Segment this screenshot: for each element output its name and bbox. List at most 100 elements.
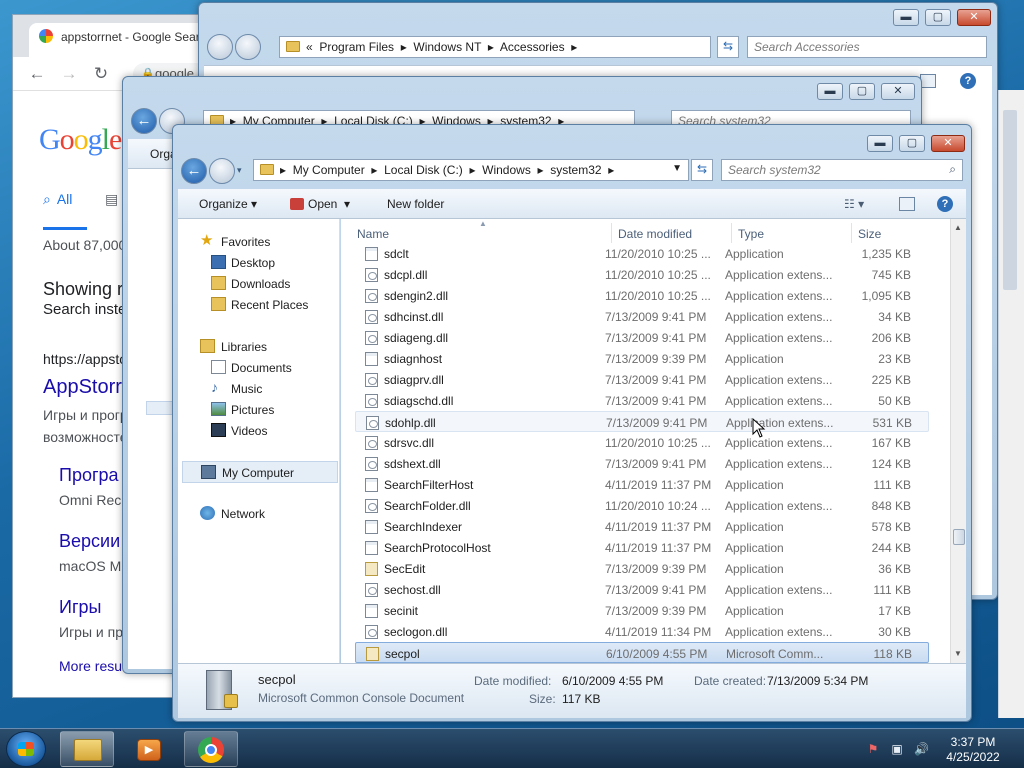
- sitelink-3-title[interactable]: Игры: [59, 597, 101, 618]
- nav-documents[interactable]: Documents: [178, 357, 338, 377]
- sitelink-1-title[interactable]: Програ: [59, 465, 119, 486]
- file-row[interactable]: sdhcinst.dll 7/13/2009 9:41 PM Application…: [355, 306, 929, 327]
- nav-network[interactable]: Network: [178, 503, 338, 523]
- nav-libraries[interactable]: Libraries: [178, 336, 338, 356]
- column-separator[interactable]: [611, 223, 612, 243]
- nav-music[interactable]: ♪ Music: [178, 378, 338, 398]
- column-separator[interactable]: [731, 223, 732, 243]
- refresh-icon[interactable]: ⇆: [717, 36, 739, 58]
- file-row[interactable]: sdengin2.dll 11/20/2010 10:25 ... Applicat…: [355, 285, 929, 306]
- file-row[interactable]: sdiageng.dll 7/13/2009 9:41 PM Application…: [355, 327, 929, 348]
- column-date-modified[interactable]: Date modified: [618, 227, 692, 241]
- forward-button[interactable]: [209, 158, 235, 184]
- nav-desktop[interactable]: Desktop: [178, 252, 338, 272]
- file-row[interactable]: SearchFilterHost 4/11/2019 11:37 PM Applic…: [355, 474, 929, 495]
- file-row[interactable]: SecEdit 7/13/2009 9:39 PM Application 36 KB: [355, 558, 929, 579]
- forward-arrow-icon[interactable]: →: [59, 65, 79, 83]
- organize-button[interactable]: Organize ▾: [199, 197, 257, 211]
- back-arrow-icon[interactable]: ←: [27, 65, 47, 83]
- nav-videos[interactable]: Videos: [178, 420, 338, 440]
- preview-pane-icon[interactable]: [920, 74, 936, 88]
- nav-downloads[interactable]: Downloads: [178, 273, 338, 293]
- nav-my-computer[interactable]: My Computer: [182, 461, 338, 483]
- maximize-button[interactable]: ▢: [899, 135, 925, 152]
- open-button[interactable]: Open ▾: [290, 197, 350, 211]
- more-results-link[interactable]: More resu: [59, 658, 122, 674]
- preview-pane-icon[interactable]: [899, 197, 915, 211]
- result-title[interactable]: AppStorr: [43, 376, 122, 399]
- maximize-button[interactable]: ▢: [925, 9, 951, 26]
- address-bar[interactable]: « Program Files ▸ Windows NT ▸ Accessori…: [279, 36, 711, 58]
- nav-favorites[interactable]: ★ Favorites: [178, 231, 338, 251]
- breadcrumb-item[interactable]: Program Files: [319, 40, 394, 54]
- column-size[interactable]: Size: [858, 227, 881, 241]
- taskbar-media-player[interactable]: ▶: [122, 731, 176, 767]
- file-row[interactable]: sdohlp.dll 7/13/2009 9:41 PM Application e…: [355, 411, 929, 432]
- address-dropdown-icon[interactable]: ▼: [672, 163, 682, 174]
- taskbar-explorer[interactable]: [60, 731, 114, 767]
- file-row[interactable]: secpol 6/10/2009 4:55 PM Microsoft Comm...…: [355, 642, 929, 663]
- breadcrumb-item[interactable]: My Computer: [293, 163, 365, 177]
- news-tab-icon[interactable]: ▤: [105, 191, 118, 208]
- taskbar-chrome[interactable]: [184, 731, 238, 767]
- help-icon[interactable]: ?: [960, 73, 976, 89]
- file-row[interactable]: SearchIndexer 4/11/2019 11:37 PM Applicati…: [355, 516, 929, 537]
- nav-pictures[interactable]: Pictures: [178, 399, 338, 419]
- file-row[interactable]: sdrsvc.dll 11/20/2010 10:25 ... Applicatio…: [355, 432, 929, 453]
- clock[interactable]: 3:37 PM 4/25/2022: [930, 735, 1016, 765]
- new-folder-button[interactable]: New folder: [387, 197, 444, 211]
- sitelink-2-title[interactable]: Версии: [59, 531, 120, 552]
- breadcrumb-item[interactable]: Local Disk (C:): [384, 163, 463, 177]
- file-row[interactable]: sechost.dll 7/13/2009 9:41 PM Application …: [355, 579, 929, 600]
- file-row[interactable]: seclogon.dll 4/11/2019 11:34 PM Applicatio…: [355, 621, 929, 642]
- maximize-button[interactable]: ▢: [849, 83, 875, 100]
- back-button[interactable]: [207, 34, 233, 60]
- column-separator[interactable]: [851, 223, 852, 243]
- recent-pages-dropdown-icon[interactable]: ▾: [237, 165, 242, 176]
- breadcrumb-item[interactable]: Windows NT: [413, 40, 481, 54]
- column-type[interactable]: Type: [738, 227, 764, 241]
- minimize-button[interactable]: ▬: [867, 135, 893, 152]
- close-button[interactable]: ✕: [931, 135, 965, 152]
- file-row[interactable]: secinit 7/13/2009 9:39 PM Application 17 KB: [355, 600, 929, 621]
- action-center-icon[interactable]: ⚑: [866, 742, 880, 756]
- chrome-tab[interactable]: appstorrnet - Google Search: [29, 23, 219, 57]
- search-instead[interactable]: Search inste: [43, 301, 126, 318]
- refresh-icon[interactable]: ⇆: [691, 159, 713, 181]
- minimize-button[interactable]: ▬: [893, 9, 919, 26]
- scrollbar-thumb[interactable]: [953, 529, 965, 545]
- back-button[interactable]: ←: [181, 158, 207, 184]
- file-row[interactable]: sdcpl.dll 11/20/2010 10:25 ... Application…: [355, 264, 929, 285]
- file-row[interactable]: sdiagprv.dll 7/13/2009 9:41 PM Application…: [355, 369, 929, 390]
- file-row[interactable]: SearchFolder.dll 11/20/2010 10:24 ... Appl…: [355, 495, 929, 516]
- background-scrollbar-thumb[interactable]: [1003, 110, 1017, 290]
- scroll-up-icon[interactable]: ▲: [954, 223, 962, 232]
- reload-icon[interactable]: ↻: [91, 65, 111, 83]
- search-input[interactable]: Search system32 ⌕: [721, 159, 963, 181]
- back-button[interactable]: ←: [131, 108, 157, 134]
- views-icon[interactable]: ☷ ▾: [844, 197, 864, 211]
- close-button[interactable]: ✕: [881, 83, 915, 100]
- file-row[interactable]: sdshext.dll 7/13/2009 9:41 PM Application …: [355, 453, 929, 474]
- file-row[interactable]: sdiagnhost 7/13/2009 9:39 PM Application 23…: [355, 348, 929, 369]
- file-row[interactable]: sdclt 11/20/2010 10:25 ... Application 1,23…: [355, 243, 929, 264]
- column-name[interactable]: Name: [357, 227, 389, 241]
- vertical-scrollbar[interactable]: ▲ ▼: [950, 219, 966, 663]
- file-row[interactable]: sdiagschd.dll 7/13/2009 9:41 PM Applicatio…: [355, 390, 929, 411]
- network-tray-icon[interactable]: ▣: [890, 742, 904, 756]
- nav-recent-places[interactable]: Recent Places: [178, 294, 338, 314]
- breadcrumb-item[interactable]: system32: [550, 163, 601, 177]
- volume-icon[interactable]: 🔊: [914, 742, 929, 756]
- forward-button[interactable]: [235, 34, 261, 60]
- help-icon[interactable]: ?: [937, 196, 953, 212]
- file-row[interactable]: SearchProtocolHost 4/11/2019 11:37 PM Appl…: [355, 537, 929, 558]
- tab-all[interactable]: ⌕ All: [43, 191, 72, 208]
- start-button[interactable]: [6, 731, 46, 767]
- search-input[interactable]: Search Accessories: [747, 36, 987, 58]
- minimize-button[interactable]: ▬: [817, 83, 843, 100]
- close-button[interactable]: ✕: [957, 9, 991, 26]
- breadcrumb-item[interactable]: Windows: [482, 163, 531, 177]
- address-bar[interactable]: ▸ My Computer ▸ Local Disk (C:) ▸ Window…: [253, 159, 689, 181]
- breadcrumb-item[interactable]: Accessories: [500, 40, 565, 54]
- scroll-down-icon[interactable]: ▼: [954, 649, 962, 658]
